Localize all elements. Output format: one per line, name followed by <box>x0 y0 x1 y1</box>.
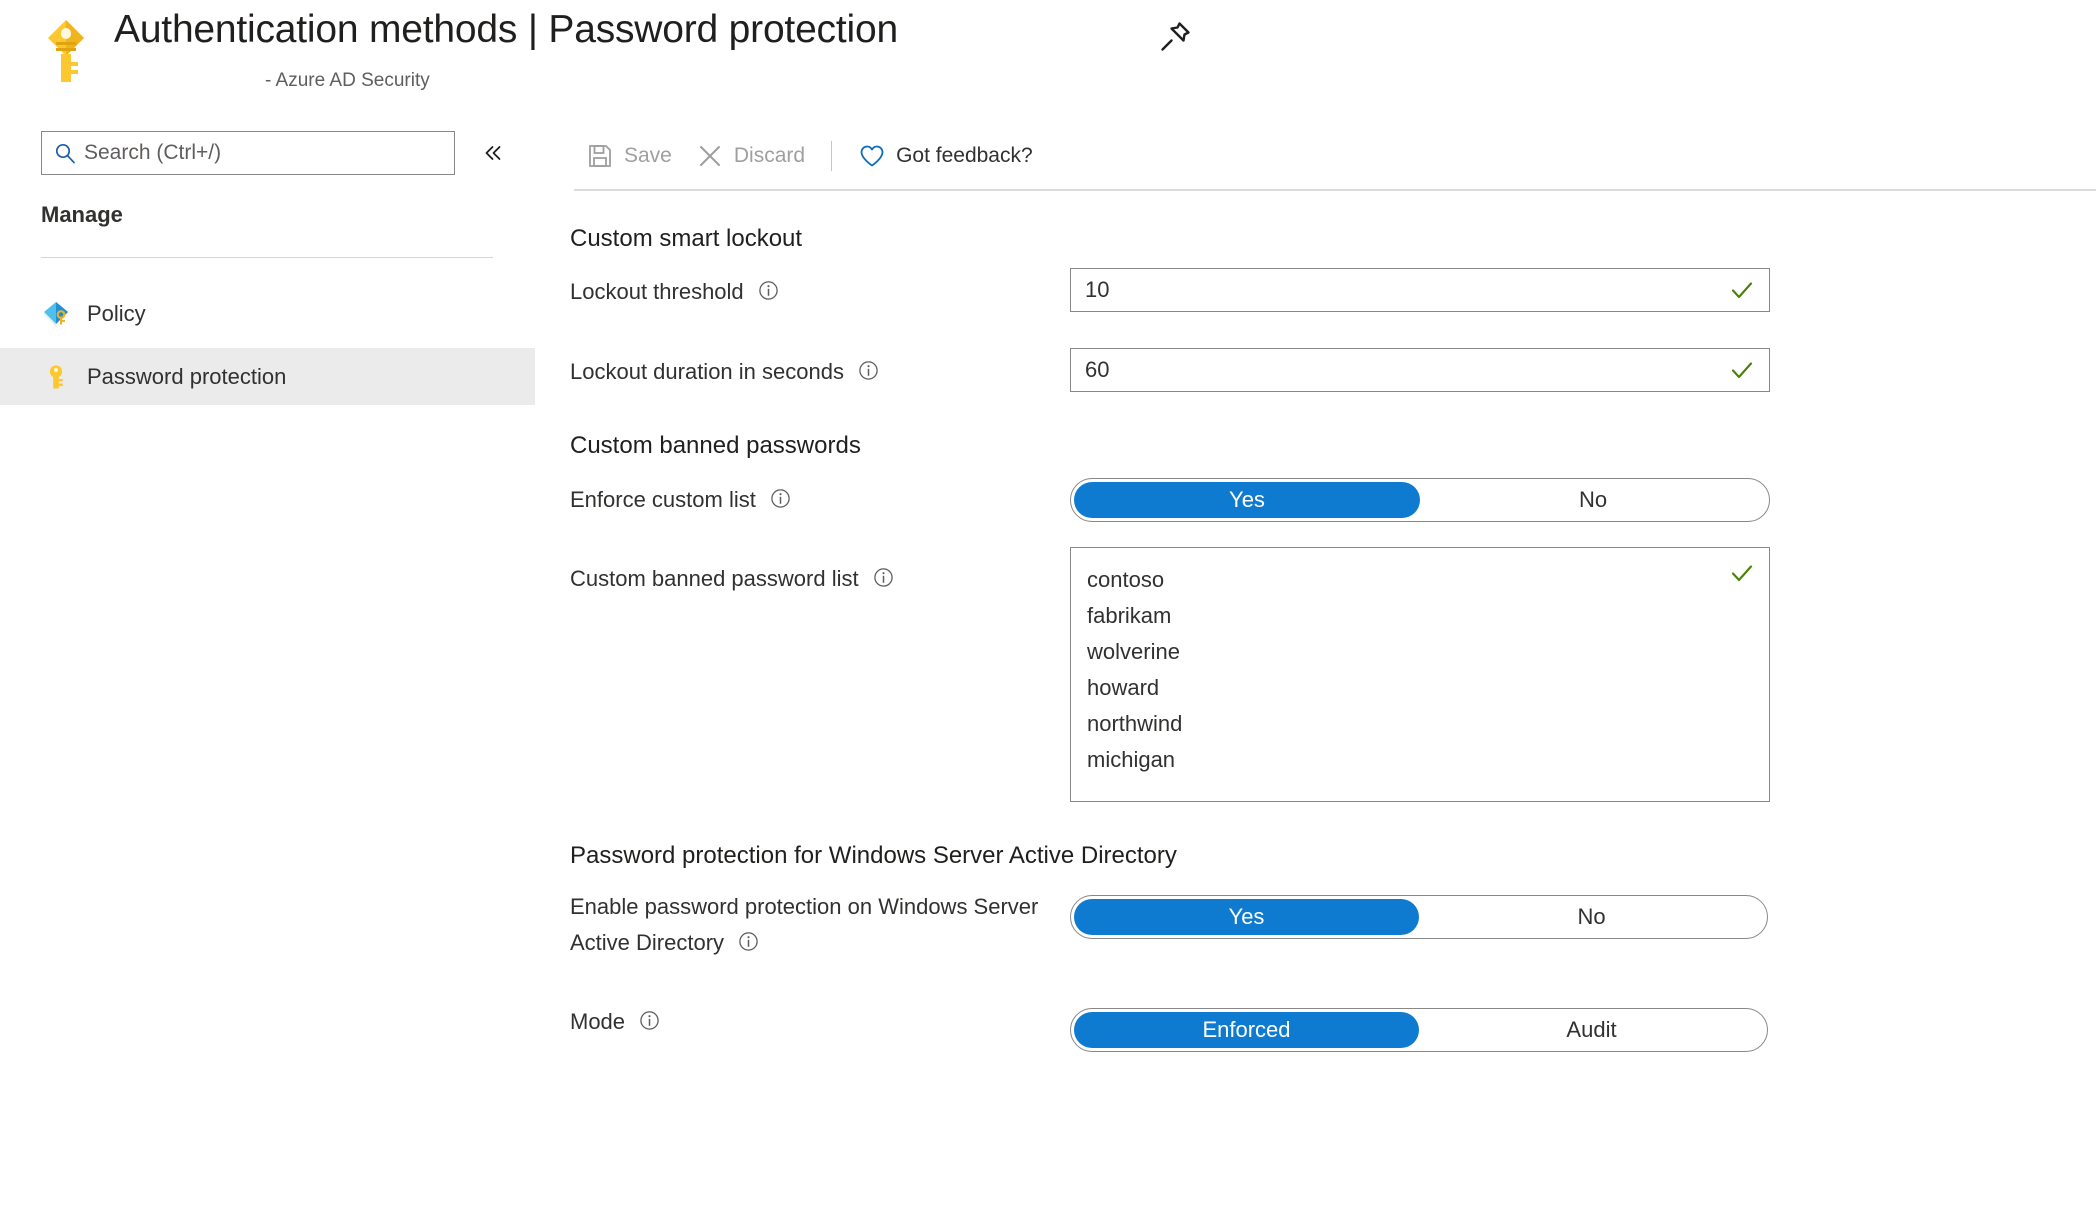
lockout-threshold-value: 10 <box>1085 277 1110 302</box>
info-icon[interactable] <box>639 1006 660 1030</box>
sidebar: Manage Policy Password protecti <box>0 122 556 1226</box>
pin-icon[interactable] <box>1155 17 1195 57</box>
lockout-duration-value: 60 <box>1085 357 1110 382</box>
heart-icon <box>858 142 886 170</box>
list-item: fabrikam <box>1087 603 1172 628</box>
discard-button[interactable]: Discard <box>684 132 817 180</box>
got-feedback-button[interactable]: Got feedback? <box>846 132 1045 180</box>
info-icon[interactable] <box>858 356 879 380</box>
custom-banned-password-list-textarea[interactable]: contoso fabrikam wolverine howard northw… <box>1070 547 1770 802</box>
search-input[interactable] <box>84 141 434 165</box>
section-title-custom-banned-passwords: Custom banned passwords <box>570 432 861 459</box>
key-icon <box>42 18 90 84</box>
sidebar-item-label: Policy <box>87 300 146 326</box>
mode-option-enforced[interactable]: Enforced <box>1074 1012 1419 1048</box>
enable-password-protection-label-text: Enable password protection on Windows Se… <box>570 894 1039 955</box>
lockout-threshold-label-text: Lockout threshold <box>570 279 744 304</box>
mode-label: Mode <box>570 1004 660 1040</box>
sidebar-divider <box>41 257 493 258</box>
save-button[interactable]: Save <box>574 132 684 180</box>
info-icon[interactable] <box>770 484 791 508</box>
enable-password-protection-option-yes[interactable]: Yes <box>1074 899 1419 935</box>
enable-password-protection-toggle[interactable]: Yes No <box>1070 895 1768 939</box>
page-header: Authentication methods | Password protec… <box>0 0 2096 122</box>
lockout-threshold-label: Lockout threshold <box>570 274 779 310</box>
sidebar-group-label: Manage <box>41 202 123 227</box>
checkmark-icon <box>1729 277 1755 303</box>
list-item: wolverine <box>1087 639 1180 664</box>
mode-option-audit[interactable]: Audit <box>1419 1012 1764 1048</box>
save-label: Save <box>624 144 672 167</box>
section-title-custom-smart-lockout: Custom smart lockout <box>570 225 803 252</box>
checkmark-icon <box>1729 560 1755 586</box>
enforce-custom-list-option-yes[interactable]: Yes <box>1074 482 1420 518</box>
discard-label: Discard <box>733 144 806 167</box>
got-feedback-label: Got feedback? <box>896 144 1033 167</box>
sidebar-item-label: Password protection <box>87 363 287 389</box>
page-subtitle: - Azure AD Security <box>265 70 430 91</box>
checkmark-icon <box>1729 357 1755 383</box>
list-item: michigan <box>1087 747 1176 772</box>
section-title-windows-server-ad: Password protection for Windows Server A… <box>570 842 1177 869</box>
sidebar-item-password-protection[interactable]: Password protection <box>0 348 535 405</box>
page-title: Authentication methods | Password protec… <box>114 8 898 51</box>
save-floppy-icon <box>586 142 614 170</box>
info-icon[interactable] <box>738 927 759 951</box>
settings-content: Custom smart lockout Lockout threshold 1… <box>556 190 2096 1226</box>
info-icon[interactable] <box>873 563 894 587</box>
mode-label-text: Mode <box>570 1009 626 1034</box>
list-item: contoso <box>1087 567 1165 592</box>
main-content-area: Save Discard Got feedback? Custom smart … <box>556 122 2096 1226</box>
search-icon <box>54 142 76 164</box>
close-x-icon <box>696 142 724 170</box>
enforce-custom-list-toggle[interactable]: Yes No <box>1070 478 1770 522</box>
lockout-threshold-input[interactable]: 10 <box>1070 268 1770 312</box>
banned-password-entries: contoso fabrikam wolverine howard northw… <box>1087 562 1755 778</box>
enable-password-protection-label: Enable password protection on Windows Se… <box>570 889 1050 961</box>
enforce-custom-list-label-text: Enforce custom list <box>570 487 756 512</box>
enforce-custom-list-label: Enforce custom list <box>570 482 791 518</box>
command-toolbar: Save Discard Got feedback? <box>556 122 2096 190</box>
custom-banned-password-list-label-text: Custom banned password list <box>570 566 859 591</box>
list-item: howard <box>1087 675 1160 700</box>
lockout-duration-label-text: Lockout duration in seconds <box>570 359 844 384</box>
mode-toggle[interactable]: Enforced Audit <box>1070 1008 1768 1052</box>
policy-shield-key-icon <box>41 299 71 329</box>
list-item: northwind <box>1087 711 1183 736</box>
lockout-duration-label: Lockout duration in seconds <box>570 354 879 390</box>
lockout-duration-input[interactable]: 60 <box>1070 348 1770 392</box>
enforce-custom-list-option-no[interactable]: No <box>1420 482 1766 518</box>
sidebar-item-policy[interactable]: Policy <box>0 285 535 342</box>
enable-password-protection-option-no[interactable]: No <box>1419 899 1764 935</box>
search-box[interactable] <box>41 131 455 175</box>
chevron-double-left-icon[interactable] <box>476 136 510 170</box>
toolbar-separator <box>831 141 833 171</box>
info-icon[interactable] <box>758 276 779 300</box>
custom-banned-password-list-label: Custom banned password list <box>570 561 894 597</box>
key-icon <box>41 362 71 392</box>
sidebar-search-row <box>41 131 510 175</box>
